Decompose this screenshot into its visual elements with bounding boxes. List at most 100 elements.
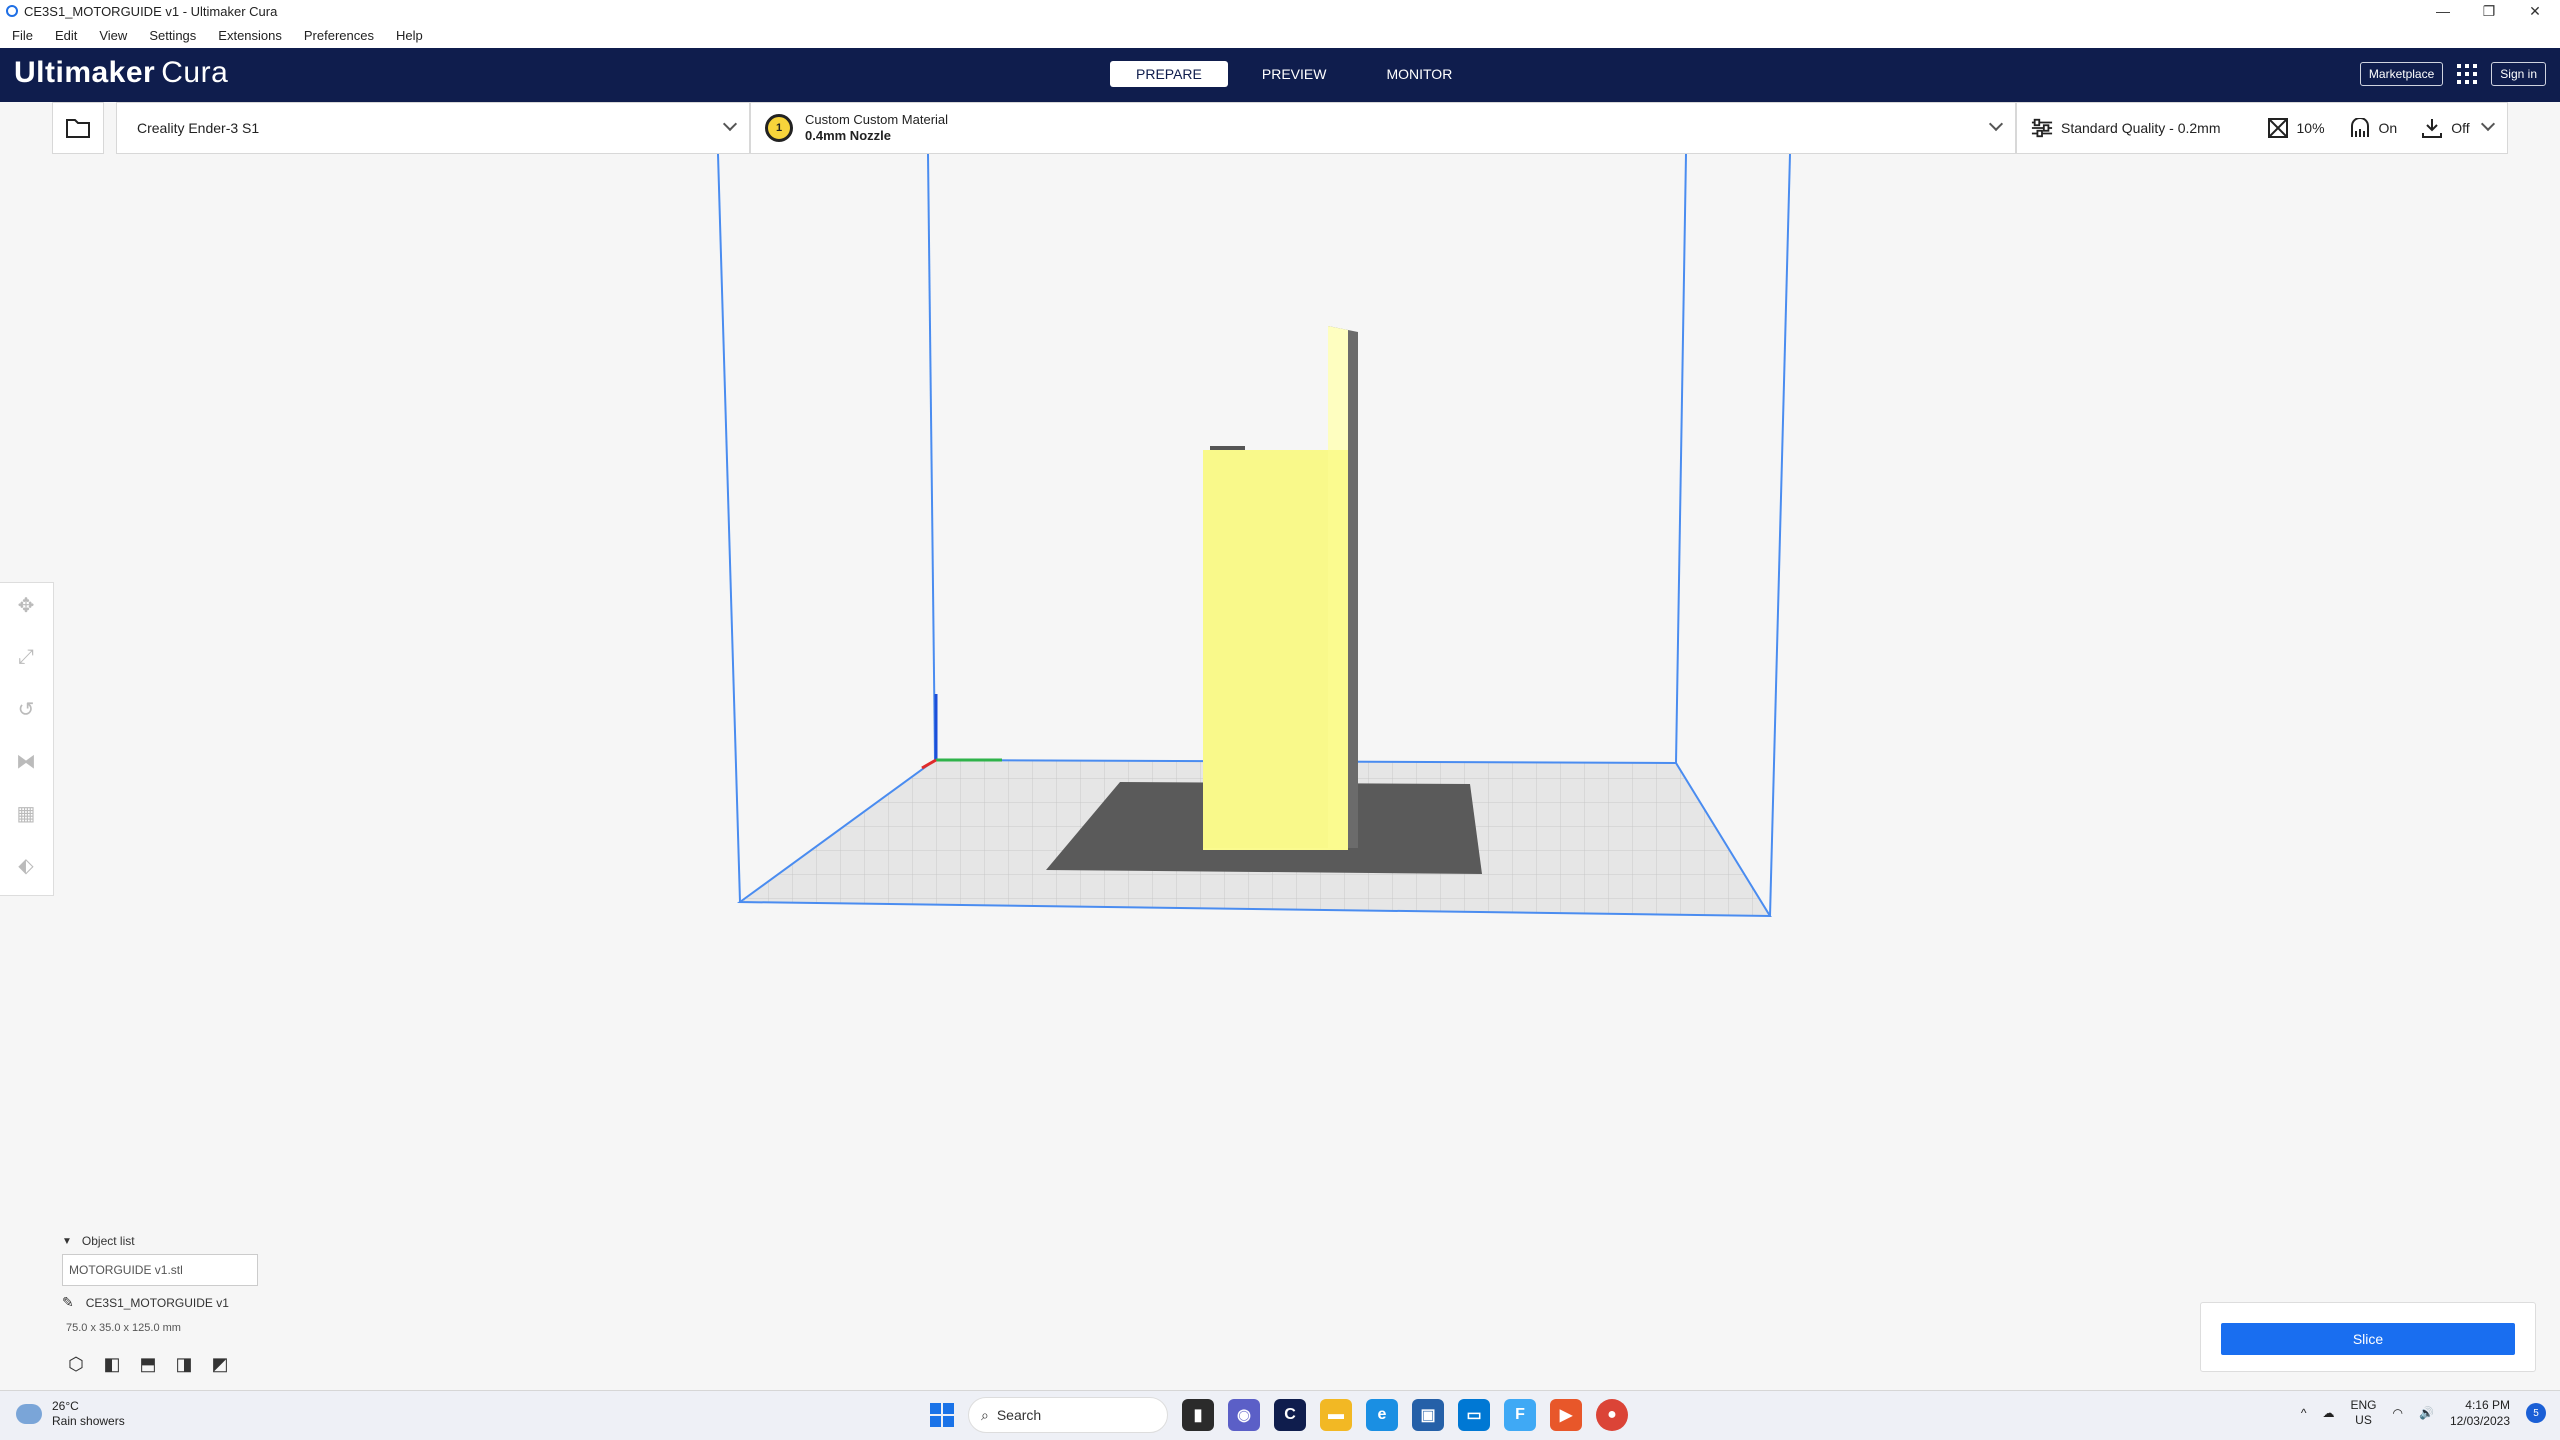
clock[interactable]: 4:16 PM 12/03/2023 [2450,1397,2510,1429]
pencil-icon[interactable]: ✎ [62,1294,74,1311]
window-titlebar: CE3S1_MOTORGUIDE v1 - Ultimaker Cura — ❐… [0,0,2560,22]
weather-desc: Rain showers [52,1414,125,1428]
minimize-button[interactable]: — [2420,0,2466,22]
rotate-icon: ↺ [17,698,35,721]
rotate-tool-button[interactable]: ↺ [12,695,40,723]
3d-view-icon[interactable]: ⬡ [64,1352,88,1376]
store-icon[interactable]: ▣ [1412,1399,1444,1431]
menu-settings[interactable]: Settings [139,28,206,43]
open-file-button[interactable] [52,102,104,154]
edge-browser-icon[interactable]: e [1366,1399,1398,1431]
object-list-toggle[interactable]: ▼ Object list [62,1228,302,1254]
adhesion-value: Off [2451,120,2470,136]
top-view-icon[interactable]: ⬒ [136,1352,160,1376]
tab-monitor[interactable]: MONITOR [1360,61,1478,87]
support-icon [2349,117,2371,139]
infill-value: 10% [2296,120,2325,136]
material-name: Custom Custom Material [805,112,949,127]
search-label: Search [996,1407,1042,1423]
nozzle-size: 0.4mm Nozzle [805,128,891,143]
window-title: CE3S1_MOTORGUIDE v1 - Ultimaker Cura [24,3,278,19]
fusion-app-icon[interactable]: F [1504,1399,1536,1431]
menu-bar: File Edit View Settings Extensions Prefe… [0,22,2560,48]
folder-icon [66,119,90,138]
volume-icon[interactable]: 🔊 [2419,1406,2434,1420]
apps-grid-icon[interactable] [2457,64,2478,84]
move-tool-button[interactable]: ✥ [12,591,40,619]
tab-prepare[interactable]: PREPARE [1110,61,1228,87]
scale-icon: ⤢ [18,645,34,668]
slice-button[interactable]: Slice [2221,1323,2515,1355]
task-view-icon[interactable]: ▮ [1182,1399,1214,1431]
job-name[interactable]: CE3S1_MOTORGUIDE v1 [86,1296,229,1310]
sign-in-button[interactable]: Sign in [2491,62,2546,86]
chevron-up-icon[interactable]: ^ [2301,1406,2307,1420]
notification-badge[interactable]: 5 [2526,1403,2546,1423]
support-blocker-button[interactable]: ⬖ [12,851,40,879]
scale-tool-button[interactable]: ⤢ [12,643,40,671]
media-app-icon[interactable]: ▶ [1550,1399,1582,1431]
maximize-button[interactable]: ❐ [2466,0,2512,22]
mirror-icon: ⧓ [16,750,36,773]
adhesion-icon [2421,117,2443,139]
menu-file[interactable]: File [2,28,43,43]
mirror-tool-button[interactable]: ⧓ [12,747,40,775]
taskbar-apps: ⌕ Search ▮ ◉ C ▬ e ▣ ▭ F ▶ ● [930,1397,1628,1433]
job-name-row: ✎ CE3S1_MOTORGUIDE v1 [62,1294,229,1311]
windows-start-icon[interactable] [930,1403,954,1427]
system-tray: ^ ☁ ENG US ◠ 🔊 4:16 PM 12/03/2023 5 [2301,1397,2546,1429]
windows-taskbar: 26°C Rain showers ⌕ Search ▮ ◉ C ▬ e ▣ ▭… [0,1390,2560,1440]
quality-profile: Standard Quality - 0.2mm [2061,120,2221,136]
file-explorer-icon[interactable]: ▬ [1320,1399,1352,1431]
chevron-down-icon: ▼ [62,1235,72,1247]
logo-thin-text: Cura [161,56,229,89]
object-list-panel: ▼ Object list MOTORGUIDE v1.stl [62,1228,302,1286]
chevron-down-icon [1988,116,2004,132]
cura-app-icon [6,5,18,17]
tool-panel: ✥ ⤢ ↺ ⧓ ▦ ⬖ [0,582,54,896]
menu-help[interactable]: Help [386,28,433,43]
extruder-number: 1 [775,122,783,134]
weather-temp: 26°C [52,1399,79,1413]
marketplace-button[interactable]: Marketplace [2359,62,2444,86]
chevron-down-icon [722,116,738,132]
taskbar-search[interactable]: ⌕ Search [968,1397,1168,1433]
printer-selector[interactable]: Creality Ender-3 S1 [116,102,750,154]
search-icon: ⌕ [981,1406,989,1423]
ultimaker-cura-logo: Ultimaker Cura [14,56,228,90]
material-selector[interactable]: 1 Custom Custom Material 0.4mm Nozzle [750,102,2016,154]
menu-edit[interactable]: Edit [45,28,87,43]
per-model-settings-icon: ▦ [16,802,36,825]
left-view-icon[interactable]: ◨ [172,1352,196,1376]
cura-taskbar-icon[interactable]: C [1274,1399,1306,1431]
slice-panel: Slice [2200,1302,2536,1372]
menu-view[interactable]: View [89,28,137,43]
language-bottom: US [2355,1413,2372,1427]
wifi-icon[interactable]: ◠ [2393,1406,2403,1420]
front-view-icon[interactable]: ◧ [100,1352,124,1376]
move-icon: ✥ [17,594,35,617]
remote-desktop-icon[interactable]: ▭ [1458,1399,1490,1431]
teams-chat-icon[interactable]: ◉ [1228,1399,1260,1431]
menu-preferences[interactable]: Preferences [294,28,384,43]
object-list-item[interactable]: MOTORGUIDE v1.stl [62,1254,258,1286]
right-view-icon[interactable]: ◩ [208,1352,232,1376]
print-settings-selector[interactable]: Standard Quality - 0.2mm 10% On Off [2016,102,2508,154]
header-actions: Marketplace Sign in [2359,62,2546,86]
clock-date: 12/03/2023 [2449,1414,2510,1428]
3d-viewport[interactable] [0,154,2560,1390]
close-button[interactable]: ✕ [2512,0,2558,22]
model-dimensions: 75.0 x 35.0 x 125.0 mm [66,1322,181,1334]
menu-extensions[interactable]: Extensions [208,28,292,43]
onedrive-icon[interactable]: ☁ [2322,1406,2334,1420]
clock-time: 4:16 PM [2465,1398,2510,1412]
support-value: On [2378,120,2398,136]
weather-widget[interactable]: 26°C Rain showers [16,1399,125,1429]
language-indicator[interactable]: ENG US [2350,1398,2376,1428]
logo-bold-text: Ultimaker [14,56,156,89]
chrome-icon[interactable]: ● [1596,1399,1628,1431]
per-model-settings-button[interactable]: ▦ [12,799,40,827]
model-motorguide[interactable] [1203,326,1358,850]
tab-preview[interactable]: PREVIEW [1236,61,1353,87]
stage-tabs: PREPARE PREVIEW MONITOR [1110,61,1478,87]
